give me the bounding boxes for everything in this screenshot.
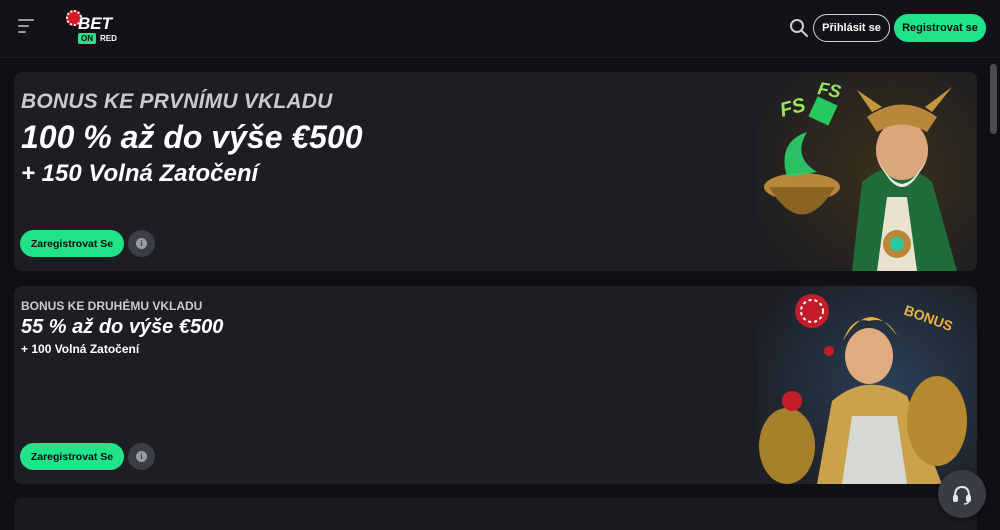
- fs-art-text-2: FS: [816, 78, 842, 102]
- betonred-logo[interactable]: BET ON RED: [66, 8, 126, 48]
- promo-label: BONUS KE PRVNÍMU VKLADU: [21, 90, 333, 113]
- promo-register-button[interactable]: Zaregistrovat Se: [20, 443, 124, 470]
- register-button[interactable]: Registrovat se: [894, 14, 986, 42]
- knight-promo-illustration: BONUS: [757, 286, 977, 484]
- promo-title: 55 % až do výše €500: [21, 316, 224, 338]
- promo-title: 100 % až do výše €500: [21, 119, 363, 155]
- logo-red-text: RED: [100, 34, 117, 43]
- promo-subtitle: + 100 Volná Zatočení: [21, 342, 140, 356]
- logo-bet-text: BET: [78, 14, 112, 33]
- logo-on-text: ON: [78, 33, 96, 44]
- promo-subtitle: + 150 Volná Zatočení: [21, 160, 259, 187]
- info-icon[interactable]: i: [128, 230, 155, 257]
- headset-icon[interactable]: [938, 470, 986, 518]
- promo-register-button[interactable]: Zaregistrovat Se: [20, 230, 124, 257]
- wizard-promo-illustration: FS FS: [757, 72, 977, 271]
- info-icon[interactable]: i: [128, 443, 155, 470]
- top-navigation-bar: BET ON RED Přihlásit se Registrovat se: [0, 0, 1000, 58]
- promo-card-second-deposit: BONUS KE DRUHÉMU VKLADU 55 % až do výše …: [14, 286, 977, 484]
- promo-label: BONUS KE DRUHÉMU VKLADU: [21, 299, 203, 313]
- promo-card-first-deposit: BONUS KE PRVNÍMU VKLADU 100 % až do výše…: [14, 72, 977, 271]
- page-scrollbar[interactable]: [990, 64, 997, 134]
- search-icon[interactable]: [789, 18, 809, 38]
- login-button[interactable]: Přihlásit se: [813, 14, 890, 42]
- menu-icon[interactable]: [18, 19, 36, 37]
- promo-card-third: [14, 498, 977, 530]
